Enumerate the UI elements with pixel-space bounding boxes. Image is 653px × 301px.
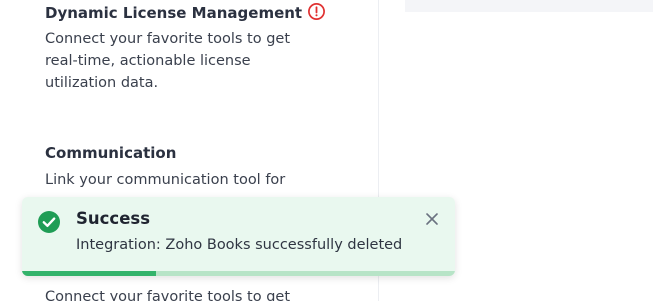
description-line: Link your communication tool for xyxy=(45,172,286,188)
section-next[interactable]: Connect your favorite tools to get xyxy=(45,286,325,301)
section-description: Connect your favorite tools to get real-… xyxy=(45,28,325,94)
toast-title: Success xyxy=(76,209,151,228)
toast-progress-track xyxy=(22,271,455,276)
description-line: Connect your favorite tools to get xyxy=(45,31,291,47)
section-title: Dynamic License Management xyxy=(45,4,303,22)
toast-progress-fill xyxy=(22,271,157,276)
section-communication[interactable]: Communication Link your communication to… xyxy=(45,143,325,191)
section-dynamic-license-management[interactable]: Dynamic License Management Connect your … xyxy=(45,3,325,94)
page: Dynamic License Management Connect your … xyxy=(0,0,653,301)
close-icon[interactable] xyxy=(422,209,442,229)
check-circle-icon xyxy=(38,211,60,233)
success-toast: Success Integration: Zoho Books successf… xyxy=(22,197,455,276)
section-description: Connect your favorite tools to get xyxy=(45,286,325,301)
toast-message: Integration: Zoho Books successfully del… xyxy=(76,237,403,253)
description-line: Connect your favorite tools to get xyxy=(45,289,291,301)
detail-panel-header-box xyxy=(405,0,653,12)
description-line: utilization data. xyxy=(45,75,159,91)
description-line: real-time, actionable license xyxy=(45,53,251,69)
section-title: Communication xyxy=(45,144,177,162)
section-description: Link your communication tool for xyxy=(45,169,325,191)
warning-circle-icon[interactable] xyxy=(307,2,326,21)
